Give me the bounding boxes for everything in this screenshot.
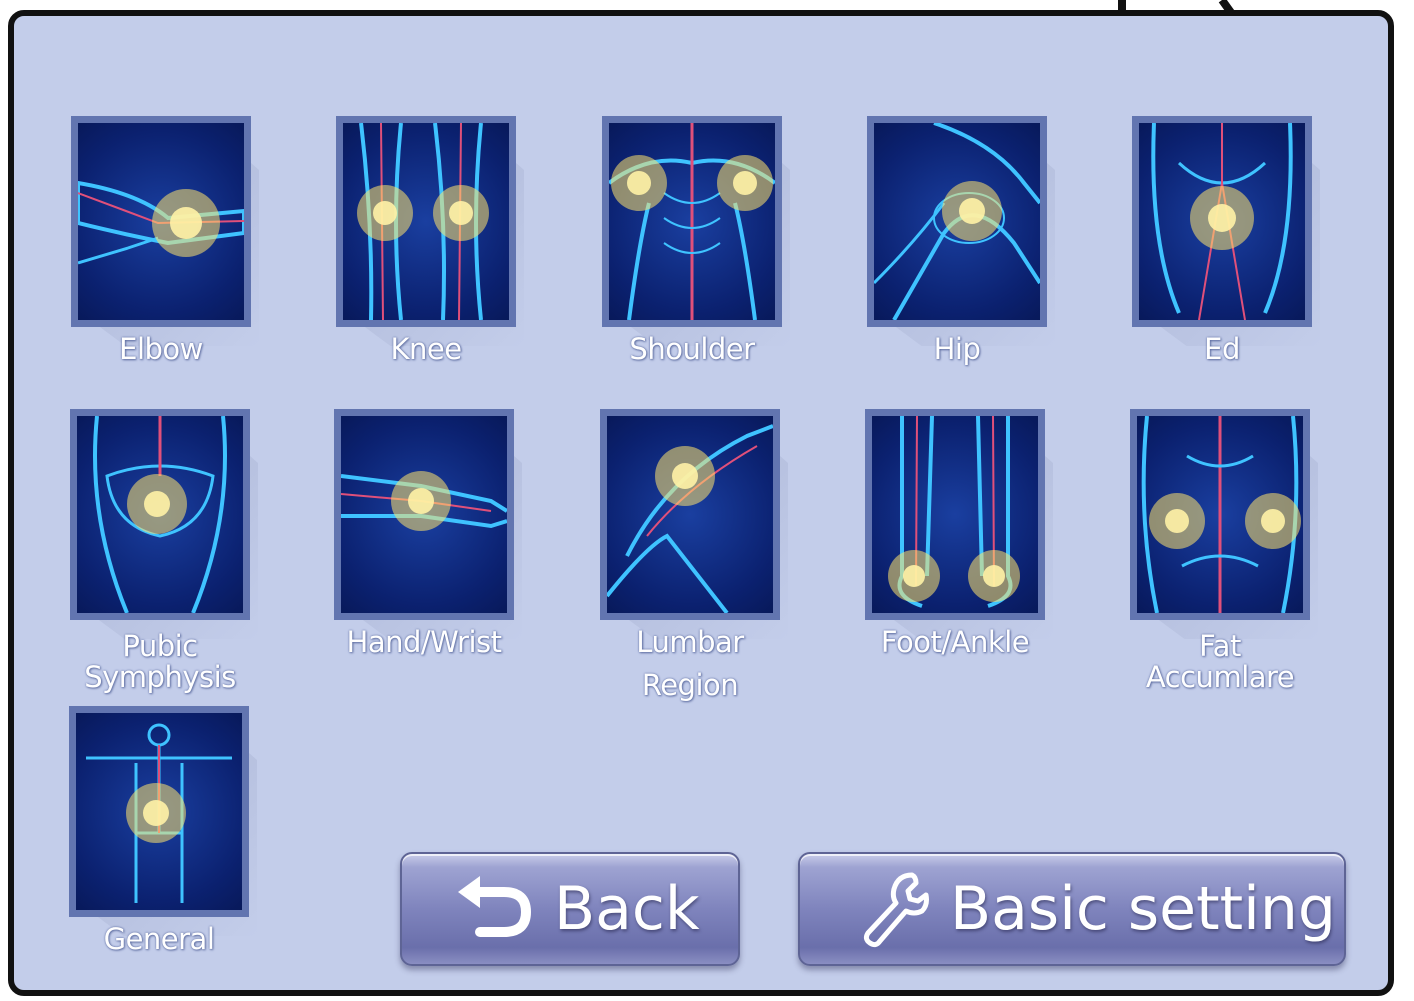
ed-icon	[1132, 116, 1312, 327]
tile-label: Knee	[390, 332, 462, 366]
tile-label: Hip	[933, 332, 981, 366]
tile-label-multiline: Fat Accumlare	[1145, 629, 1295, 694]
back-label: Back	[554, 874, 700, 944]
tile-label: Elbow	[119, 332, 203, 366]
knee-icon	[336, 116, 516, 327]
basic-setting-label: Basic setting	[950, 874, 1336, 944]
basic-setting-button[interactable]: Basic setting	[798, 852, 1346, 966]
general-icon	[69, 706, 249, 917]
tile-label-multiline: Pubic Symphysis	[84, 629, 236, 694]
bracket-mark	[1118, 0, 1236, 14]
tile-label: Hand/Wrist	[346, 625, 502, 659]
foot-ankle-icon	[865, 409, 1045, 620]
pubic-symphysis-icon	[70, 409, 250, 620]
lumbar-region-icon	[600, 409, 780, 620]
elbow-icon	[71, 116, 251, 327]
hip-icon	[867, 116, 1047, 327]
tile-label: General	[103, 922, 215, 956]
back-button[interactable]: Back	[400, 852, 740, 966]
shoulder-icon	[602, 116, 782, 327]
tile-label: Shoulder	[629, 332, 755, 366]
fat-accumlare-icon	[1130, 409, 1310, 620]
tile-label: Ed	[1204, 332, 1240, 366]
hand-wrist-icon	[334, 409, 514, 620]
wrench-icon	[863, 872, 929, 948]
tile-label-multiline: Lumbar Region	[636, 625, 744, 702]
treatment-area-panel: Elbow Knee Shoulder Hip Ed Pubic Symphys…	[8, 10, 1394, 996]
undo-arrow-icon	[458, 876, 532, 937]
tile-label: Foot/Ankle	[880, 625, 1030, 659]
